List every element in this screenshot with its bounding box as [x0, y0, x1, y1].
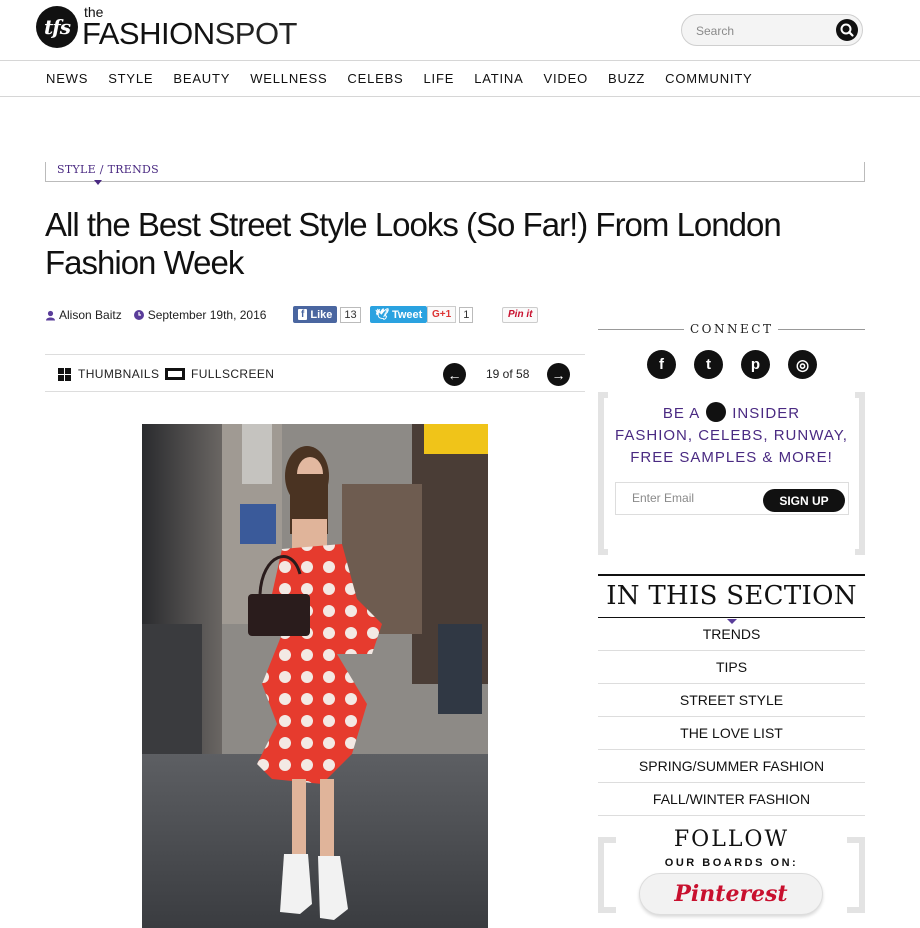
fullscreen-label: FULLSCREEN [191, 367, 275, 381]
section-link-fall-winter[interactable]: FALL/WINTER FASHION [598, 783, 865, 816]
search-box [681, 14, 863, 46]
nav-news[interactable]: NEWS [46, 71, 88, 86]
breadcrumb: STYLE / TRENDS [45, 162, 865, 185]
email-box: SIGN UP [615, 482, 849, 515]
search-icon [840, 23, 854, 37]
prev-slide-button[interactable]: ← [443, 363, 466, 386]
facebook-icon[interactable]: f [647, 350, 676, 379]
insider-line1a: BE A [662, 405, 701, 422]
section-link-spring-summer[interactable]: SPRING/SUMMER FASHION [598, 750, 865, 783]
thumbnails-label: THUMBNAILS [78, 367, 160, 381]
google-plus-button[interactable]: G+1 [427, 306, 457, 323]
search-input[interactable] [696, 21, 836, 41]
email-field[interactable] [632, 491, 752, 505]
section-link-love-list[interactable]: THE LOVE LIST [598, 717, 865, 750]
facebook-like-count: 13 [340, 306, 361, 323]
facebook-like-button[interactable]: f Like [293, 306, 338, 323]
twitter-icon[interactable]: t [694, 350, 723, 379]
grid-icon [58, 367, 71, 381]
pin-it-button[interactable]: Pin it [502, 306, 539, 323]
author-name[interactable]: Alison Baitz [59, 308, 122, 322]
tweet: 🕊 Tweet [370, 306, 428, 323]
google-plus: G+1 1 [427, 306, 474, 323]
clock-icon [133, 310, 144, 320]
insider-line2: FASHION, CELEBS, RUNWAY, [615, 427, 848, 444]
newsletter-signup: BE A INSIDER FASHION, CELEBS, RUNWAY, FRE… [598, 392, 865, 555]
insider-line1b: INSIDER [732, 405, 801, 422]
signup-button[interactable]: SIGN UP [763, 489, 845, 512]
breadcrumb-link[interactable]: STYLE / TRENDS [57, 163, 159, 176]
gallery-controls: THUMBNAILS FULLSCREEN ← 19 of 58 → [45, 354, 585, 392]
gallery-photo[interactable] [142, 424, 488, 928]
fullscreen-icon [165, 368, 185, 380]
follow-pinterest: FOLLOW OUR BOARDS ON: Pinterest [598, 827, 865, 928]
next-slide-button[interactable]: → [547, 363, 570, 386]
search-button[interactable] [836, 19, 858, 41]
thumbnails-button[interactable]: THUMBNAILS [58, 367, 159, 381]
tweet-button[interactable]: 🕊 Tweet [370, 306, 428, 323]
slide-counter: 19 of 58 [486, 367, 530, 381]
tfs-mini-logo [706, 402, 727, 422]
nav-celebs[interactable]: CELEBS [347, 71, 403, 86]
nav-latina[interactable]: LATINA [474, 71, 523, 86]
follow-subtitle: OUR BOARDS ON: [664, 857, 799, 869]
street-style-photo [142, 424, 488, 928]
nav-community[interactable]: COMMUNITY [665, 71, 752, 86]
nav-life[interactable]: LIFE [424, 71, 455, 86]
section-title: IN THIS SECTION [606, 581, 857, 611]
breadcrumb-pointer [94, 180, 102, 185]
nav-style[interactable]: STYLE [108, 71, 153, 86]
pinterest-follow-button[interactable]: Pinterest [639, 873, 823, 915]
logo-fashion: FASHION [82, 16, 215, 51]
site-header: tfs the FASHIONSPOT [0, 0, 920, 60]
section-pointer [727, 619, 737, 624]
connect-header: CONNECT [598, 322, 865, 338]
section-link-street-style[interactable]: STREET STYLE [598, 684, 865, 717]
author-icon [46, 310, 55, 320]
instagram-icon[interactable]: ◎ [788, 350, 817, 379]
facebook-icon: f [298, 309, 308, 320]
article-title: All the Best Street Style Looks (So Far!… [45, 206, 782, 281]
pinterest-share: Pin it [502, 306, 539, 323]
follow-title: FOLLOW [673, 827, 790, 852]
nav-wellness[interactable]: WELLNESS [250, 71, 327, 86]
publish-date: September 19th, 2016 [147, 308, 267, 322]
logo-badge: tfs [36, 6, 78, 48]
section-link-tips[interactable]: TIPS [598, 651, 865, 684]
pinterest-icon[interactable]: p [741, 350, 770, 379]
article-meta: Alison Baitz September 19th, 2016 [45, 308, 278, 322]
google-plus-count: 1 [459, 306, 474, 323]
site-logo[interactable]: tfs the FASHIONSPOT [36, 4, 298, 51]
nav-video[interactable]: VIDEO [544, 71, 588, 86]
connect-label: CONNECT [690, 322, 774, 336]
in-this-section: IN THIS SECTION TRENDS TIPS STREET STYLE… [598, 574, 865, 816]
twitter-bird-icon: 🕊 [375, 309, 389, 321]
facebook-like: f Like 13 [293, 306, 361, 323]
tweet-label: Tweet [391, 308, 423, 321]
main-nav: NEWS STYLE BEAUTY WELLNESS CELEBS LIFE L… [0, 60, 920, 97]
facebook-like-label: Like [310, 308, 333, 321]
nav-beauty[interactable]: BEAUTY [173, 71, 230, 86]
logo-spot: SPOT [214, 16, 298, 51]
nav-buzz[interactable]: BUZZ [608, 71, 645, 86]
insider-line3: FREE SAMPLES & MORE! [630, 449, 833, 466]
fullscreen-button[interactable]: FULLSCREEN [165, 367, 274, 381]
